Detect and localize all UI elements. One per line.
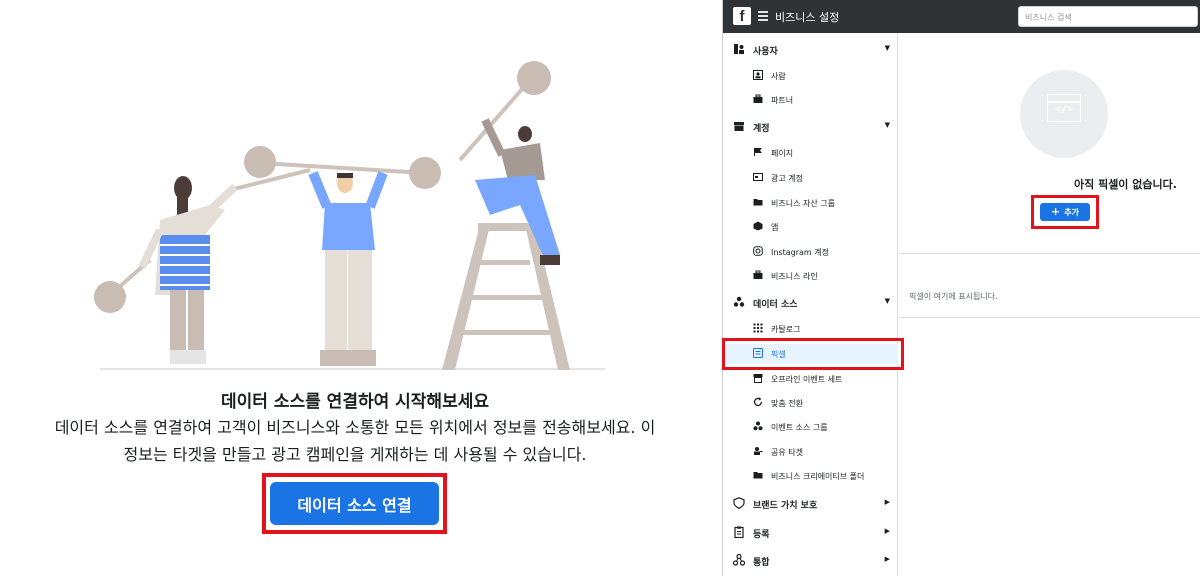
- sidebar-item-label: Instagram 계정: [771, 248, 829, 257]
- sidebar-item-offline-events[interactable]: 오프라인 이벤트 세트: [723, 369, 898, 389]
- business-search-input[interactable]: 비즈니스 검색: [1018, 6, 1198, 27]
- pixels-main-panel: </> 아직 픽셀이 없습니다. + 추가 픽셀이 여기에 표시됩니다.: [899, 33, 1200, 576]
- add-button-label: 추가: [1064, 207, 1079, 217]
- sidebar-item-label: 맞춤 전환: [771, 399, 803, 408]
- source-group-icon: [753, 421, 763, 431]
- cube-icon: [753, 221, 763, 231]
- empty-state-title: 아직 픽셀이 없습니다.: [1074, 178, 1177, 191]
- share-user-icon: [754, 447, 763, 455]
- divider: [899, 317, 1200, 318]
- users-icon: [734, 44, 744, 54]
- headline: 데이터 소스를 연결하여 시작해보세요: [221, 392, 489, 412]
- sidebar-section-label: 등록: [753, 530, 770, 540]
- ad-icon: [753, 173, 763, 181]
- add-highlight-box: + 추가: [1031, 195, 1099, 229]
- shield-icon: [733, 497, 745, 509]
- sidebar-item-custom-conversions[interactable]: 맞춤 전환: [723, 393, 898, 413]
- sidebar-item-asset-groups[interactable]: 비즈니스 자산 그룹: [723, 193, 898, 213]
- sidebar-section-label: 데이터 소스: [753, 300, 798, 310]
- person-icon: [753, 70, 763, 80]
- caret-right-icon: ▶: [884, 527, 890, 535]
- sidebar-item-label: 공유 타겟: [771, 448, 803, 457]
- store-icon: [753, 374, 763, 383]
- settings-sidebar: 사용자 ▼ 사람 파트너 계정 ▼ 페이지 광고 계정 비즈니스 자산 그룹 앱…: [722, 33, 904, 576]
- sidebar-item-ad-accounts[interactable]: 광고 계정: [723, 168, 898, 188]
- sidebar-item-shared-audiences[interactable]: 공유 타겟: [723, 442, 898, 462]
- sidebar-section-data-sources[interactable]: 데이터 소스 ▼: [723, 293, 898, 313]
- description-line-1: 데이터 소스를 연결하여 고객이 비즈니스와 소통한 모든 위치에서 정보를 전…: [54, 418, 656, 437]
- business-settings-window: f 비즈니스 설정 비즈니스 검색 사용자 ▼ 사람 파트너 계정 ▼ 페이지 …: [722, 0, 1200, 576]
- folder-icon: [753, 199, 763, 206]
- sidebar-item-label: 앱: [771, 223, 779, 232]
- caret-right-icon: ▶: [884, 555, 890, 563]
- code-window-icon: </>: [1047, 94, 1081, 122]
- sidebar-section-label: 통합: [753, 558, 770, 568]
- sidebar-section-users[interactable]: 사용자 ▼: [723, 40, 898, 60]
- sidebar-item-label: 비즈니스 라인: [771, 272, 818, 281]
- top-bar: f 비즈니스 설정 비즈니스 검색: [723, 0, 1200, 33]
- hamburger-menu-icon[interactable]: [758, 11, 768, 23]
- add-pixel-button[interactable]: + 추가: [1040, 203, 1090, 221]
- facebook-logo-icon[interactable]: f: [733, 7, 751, 25]
- data-sources-icon: [733, 296, 745, 307]
- sidebar-item-label: 사람: [771, 72, 786, 81]
- sidebar-item-label: 비즈니스 자산 그룹: [771, 199, 835, 208]
- pixel-list-placeholder: 픽셀이 여기에 표시됩니다.: [909, 292, 998, 301]
- sidebar-item-label: 이벤트 소스 그룹: [771, 423, 828, 432]
- caret-right-icon: ▶: [884, 498, 890, 506]
- code-glyph: </>: [1054, 104, 1074, 115]
- sidebar-item-event-source-groups[interactable]: 이벤트 소스 그룹: [723, 417, 898, 437]
- pixels-highlight-box: [722, 338, 904, 370]
- sidebar-item-label: 오프라인 이벤트 세트: [771, 375, 843, 384]
- clipboard-icon: [734, 526, 744, 538]
- briefcase-icon: [753, 270, 763, 279]
- grid-icon: [753, 323, 763, 333]
- caret-down-icon: ▼: [884, 297, 890, 305]
- sidebar-item-label: 카탈로그: [771, 325, 801, 334]
- sidebar-item-label: 광고 계정: [771, 174, 803, 183]
- sidebar-section-label: 브랜드 가치 보호: [753, 501, 818, 511]
- archive-icon: [734, 122, 744, 131]
- plus-icon: +: [1051, 205, 1061, 218]
- sidebar-item-partners[interactable]: 파트너: [723, 90, 898, 110]
- flag-icon: [754, 148, 762, 156]
- divider: [899, 253, 1200, 254]
- page-title: 비즈니스 설정: [775, 11, 840, 24]
- description: 데이터 소스를 연결하여 고객이 비즈니스와 소통한 모든 위치에서 정보를 전…: [10, 414, 700, 468]
- briefcase-icon: [753, 94, 763, 103]
- sidebar-item-apps[interactable]: 앱: [723, 217, 898, 237]
- description-line-2: 정보는 타겟을 만들고 광고 캠페인을 게재하는 데 사용될 수 있습니다.: [123, 445, 587, 464]
- instagram-icon: [753, 246, 763, 256]
- sidebar-section-label: 사용자: [753, 47, 778, 57]
- sidebar-item-instagram[interactable]: Instagram 계정: [723, 242, 898, 262]
- people-connecting-illustration: [94, 61, 605, 370]
- sidebar-section-accounts[interactable]: 계정 ▼: [723, 117, 898, 137]
- sidebar-item-people[interactable]: 사람: [723, 66, 898, 86]
- sidebar-section-registrations[interactable]: 등록 ▶: [723, 523, 898, 543]
- screen: 데이터 소스를 연결하여 시작해보세요 데이터 소스를 연결하여 고객이 비즈니…: [0, 0, 1200, 576]
- integration-icon: [733, 554, 745, 566]
- sidebar-item-business-lines[interactable]: 비즈니스 라인: [723, 266, 898, 286]
- sidebar-item-label: 파트너: [771, 96, 794, 105]
- caret-down-icon: ▼: [884, 44, 890, 52]
- sidebar-section-label: 계정: [753, 124, 770, 134]
- refresh-icon: [753, 397, 763, 407]
- sidebar-item-pages[interactable]: 페이지: [723, 143, 898, 163]
- sidebar-item-creative-folders[interactable]: 비즈니스 크리에이티브 폴더: [723, 466, 898, 486]
- cta-highlight-box: 데이터 소스 연결: [262, 473, 447, 534]
- folder-icon: [753, 472, 763, 479]
- connect-data-source-panel: 데이터 소스를 연결하여 시작해보세요 데이터 소스를 연결하여 고객이 비즈니…: [0, 0, 722, 576]
- sidebar-item-label: 페이지: [771, 149, 794, 158]
- sidebar-item-label: 비즈니스 크리에이티브 폴더: [771, 472, 865, 481]
- sidebar-section-brand-safety[interactable]: 브랜드 가치 보호 ▶: [723, 494, 898, 514]
- sidebar-item-catalogs[interactable]: 카탈로그: [723, 319, 898, 339]
- caret-down-icon: ▼: [884, 121, 890, 129]
- sidebar-section-integrations[interactable]: 통합 ▶: [723, 551, 898, 571]
- connect-data-source-button[interactable]: 데이터 소스 연결: [270, 482, 439, 525]
